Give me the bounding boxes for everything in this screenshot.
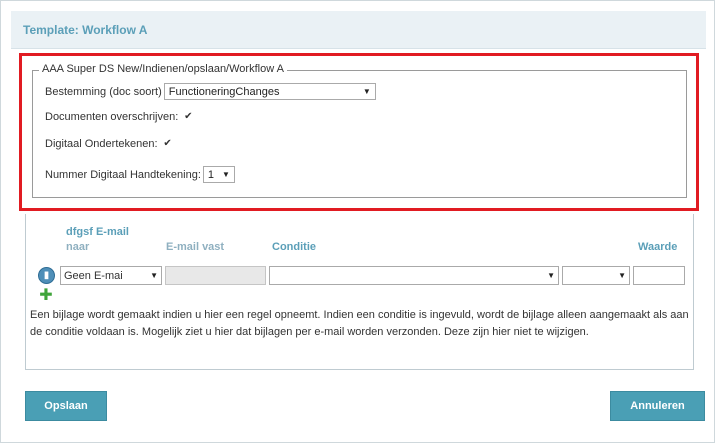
col-header-waarde: Waarde bbox=[638, 241, 678, 253]
info-text: Een bijlage wordt gemaakt indien u hier … bbox=[30, 309, 689, 338]
ondertekenen-row: Digitaal Ondertekenen: ✔ bbox=[45, 138, 174, 150]
email-vast-input[interactable] bbox=[165, 266, 266, 285]
save-button[interactable]: Opslaan bbox=[25, 391, 107, 421]
col-header-conditie: Conditie bbox=[272, 241, 316, 253]
nummer-select[interactable]: 1 ▼ bbox=[202, 166, 235, 183]
chevron-down-icon: ▼ bbox=[618, 271, 626, 280]
chevron-down-icon: ▼ bbox=[547, 271, 555, 280]
nummer-row: Nummer Digitaal Handtekening: 1 ▼ bbox=[45, 166, 235, 183]
bestemming-row: Bestemming (doc soort) FunctioneringChan… bbox=[45, 83, 376, 100]
bestemming-value: FunctioneringChanges bbox=[168, 85, 280, 98]
conditie-select[interactable]: ▼ bbox=[269, 266, 559, 285]
nummer-label: Nummer Digitaal Handtekening: bbox=[45, 168, 201, 181]
add-row-icon[interactable]: ✚ bbox=[39, 288, 53, 304]
overschrijven-checkbox[interactable]: ✔ bbox=[182, 111, 194, 123]
col-header-naar-line2: naar bbox=[66, 241, 90, 253]
email-naar-value: Geen E-mai bbox=[64, 269, 123, 282]
highlight-box: AAA Super DS New/Indienen/opslaan/Workfl… bbox=[19, 53, 699, 211]
chevron-down-icon: ▼ bbox=[150, 271, 158, 280]
overschrijven-row: Documenten overschrijven: ✔ bbox=[45, 111, 194, 123]
nummer-value: 1 bbox=[207, 168, 215, 181]
bestemming-select[interactable]: FunctioneringChanges ▼ bbox=[163, 83, 376, 100]
operator-select[interactable]: ▼ bbox=[562, 266, 630, 285]
email-attachments-panel: dfgsf E-mail naar E-mail vast Conditie W… bbox=[25, 214, 694, 370]
chevron-down-icon: ▼ bbox=[222, 170, 230, 179]
waarde-input[interactable] bbox=[633, 266, 685, 285]
overschrijven-label: Documenten overschrijven: bbox=[45, 111, 179, 123]
bestemming-label: Bestemming (doc soort) bbox=[45, 85, 162, 98]
cancel-button[interactable]: Annuleren bbox=[610, 391, 705, 421]
template-dialog: Template: Workflow A AAA Super DS New/In… bbox=[0, 0, 715, 443]
dialog-title: Template: Workflow A bbox=[23, 23, 148, 37]
delete-row-icon[interactable]: ▮ bbox=[38, 267, 55, 284]
email-naar-select[interactable]: Geen E-mai ▼ bbox=[60, 266, 162, 285]
col-header-naar-line1: dfgsf E-mail bbox=[66, 226, 129, 238]
col-header-email-vast: E-mail vast bbox=[166, 241, 225, 253]
ondertekenen-label: Digitaal Ondertekenen: bbox=[45, 138, 158, 150]
workflow-fieldset: AAA Super DS New/Indienen/opslaan/Workfl… bbox=[32, 63, 687, 198]
chevron-down-icon: ▼ bbox=[362, 87, 371, 96]
dialog-header: Template: Workflow A bbox=[11, 11, 706, 49]
fieldset-legend: AAA Super DS New/Indienen/opslaan/Workfl… bbox=[39, 63, 287, 75]
ondertekenen-checkbox[interactable]: ✔ bbox=[162, 138, 174, 150]
